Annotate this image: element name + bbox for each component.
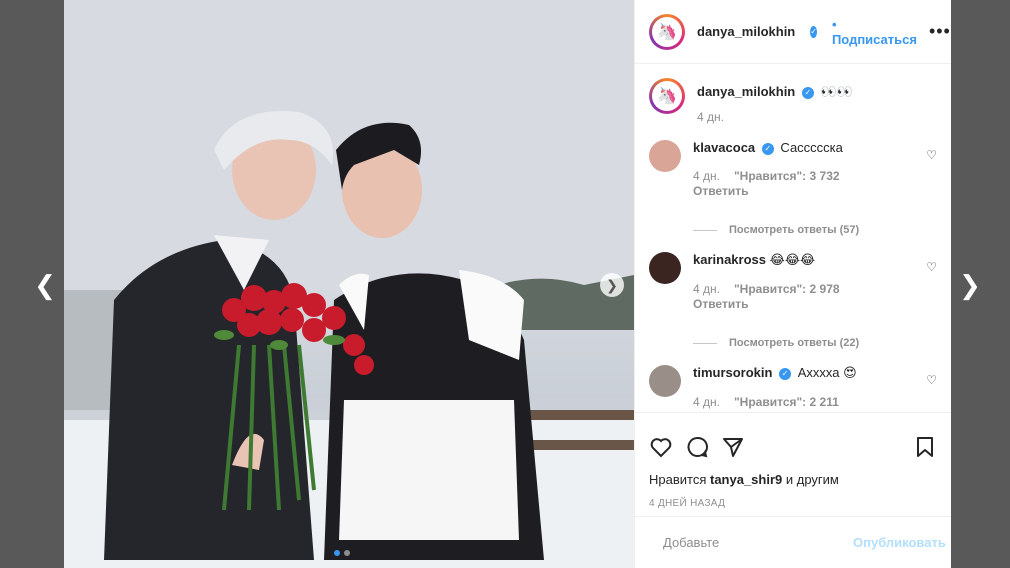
comment-item: timursorokin ✓ Ахххха 😍 4 дн. "Нравится"… <box>649 365 937 409</box>
reply-button[interactable]: Ответить <box>693 184 937 198</box>
comment-username[interactable]: karinakross <box>693 252 766 267</box>
comment-time[interactable]: 4 дн. <box>693 169 720 183</box>
comments-list[interactable]: 🦄 danya_milokhin ✓ 👀👀 4 дн. klavacoca ✓ … <box>635 64 951 412</box>
comment-heart-icon[interactable]: ♡ <box>926 260 937 274</box>
caption-text: 👀👀 <box>820 84 853 99</box>
comment-text: 😂😂😂 <box>769 252 816 267</box>
comment-item: karinakross 😂😂😂 4 дн. "Нравится": 2 978 … <box>649 252 937 349</box>
comment-time[interactable]: 4 дн. <box>693 395 720 409</box>
verified-icon: ✓ <box>810 25 817 38</box>
commenter-avatar[interactable] <box>649 140 681 172</box>
comment-likes[interactable]: "Нравится": 2 978 <box>734 282 840 296</box>
carousel-dot-active <box>334 550 340 556</box>
divider <box>693 342 717 344</box>
action-bar <box>635 412 951 472</box>
likes-suffix[interactable]: и другим <box>782 472 839 487</box>
comment-likes[interactable]: "Нравится": 3 732 <box>734 169 840 183</box>
commenter-avatar[interactable] <box>649 365 681 397</box>
commenter-avatar[interactable] <box>649 252 681 284</box>
publish-button[interactable]: Опубликовать <box>853 535 946 550</box>
chevron-left-icon[interactable]: ❮ <box>30 270 60 300</box>
reply-button[interactable]: Ответить <box>693 297 937 311</box>
caption-time[interactable]: 4 дн. <box>697 110 853 124</box>
verified-icon: ✓ <box>779 367 792 380</box>
comment-heart-icon[interactable]: ♡ <box>926 148 937 162</box>
likes-line: Нравится tanya_shir9 и другим <box>635 472 951 494</box>
verified-icon: ✓ <box>761 142 774 155</box>
comment-username[interactable]: klavacoca <box>693 140 755 155</box>
carousel-dots <box>334 550 350 556</box>
more-options-icon[interactable]: ••• <box>929 21 951 42</box>
photo-illustration <box>64 0 634 568</box>
post-date[interactable]: 4 ДНЕЙ НАЗАД <box>635 494 951 516</box>
comment-time[interactable]: 4 дн. <box>693 282 720 296</box>
comment-input[interactable] <box>663 535 839 550</box>
divider <box>693 229 717 231</box>
add-comment-bar: Опубликовать <box>635 516 951 568</box>
view-replies-button[interactable]: Посмотреть ответы (57) <box>693 224 937 236</box>
paper-plane-icon[interactable] <box>721 435 745 459</box>
comment-text: Сассссска <box>780 140 843 155</box>
comment-text: Ахххха 😍 <box>797 365 857 380</box>
post-caption: 🦄 danya_milokhin ✓ 👀👀 4 дн. <box>649 78 937 124</box>
liker-username[interactable]: tanya_shir9 <box>710 472 782 487</box>
verified-icon: ✓ <box>801 86 814 99</box>
comment-item: klavacoca ✓ Сассссска 4 дн. "Нравится": … <box>649 140 937 236</box>
speech-bubble-icon[interactable] <box>685 435 709 459</box>
heart-icon[interactable] <box>649 435 673 459</box>
unicorn-icon: 🦄 <box>652 16 682 47</box>
likes-prefix: Нравится <box>649 472 710 487</box>
bookmark-icon[interactable] <box>913 435 937 459</box>
carousel-next-icon[interactable]: ❯ <box>600 273 624 297</box>
author-avatar[interactable]: 🦄 <box>649 13 685 50</box>
post-photo: ❯ <box>64 0 634 568</box>
chevron-right-icon[interactable]: ❯ <box>955 270 985 300</box>
caption-author-username[interactable]: danya_milokhin <box>697 84 795 99</box>
comment-heart-icon[interactable]: ♡ <box>926 373 937 387</box>
post-header: 🦄 danya_milokhin ✓ • Подписаться ••• <box>635 0 951 64</box>
author-username[interactable]: danya_milokhin <box>697 24 795 39</box>
view-replies-label: Посмотреть ответы (22) <box>729 337 860 349</box>
carousel-dot <box>344 550 350 556</box>
post-modal: ❯ 🦄 danya_milokhin ✓ • Подписаться ••• 🦄… <box>64 0 951 568</box>
unicorn-icon: 🦄 <box>652 81 682 111</box>
follow-button[interactable]: • Подписаться <box>832 17 917 47</box>
post-sidebar: 🦄 danya_milokhin ✓ • Подписаться ••• 🦄 d… <box>634 0 951 568</box>
caption-author-avatar[interactable]: 🦄 <box>649 78 685 114</box>
view-replies-label: Посмотреть ответы (57) <box>729 224 860 236</box>
view-replies-button[interactable]: Посмотреть ответы (22) <box>693 337 937 349</box>
comment-likes[interactable]: "Нравится": 2 211 <box>734 395 839 409</box>
comment-username[interactable]: timursorokin <box>693 365 772 380</box>
